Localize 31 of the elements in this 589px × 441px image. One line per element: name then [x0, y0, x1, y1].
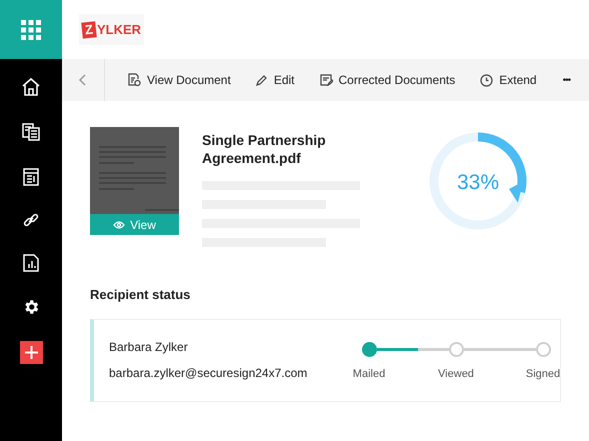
- clock-icon: [480, 74, 494, 86]
- step-label: Viewed: [437, 367, 475, 382]
- logo-text: YLKER: [96, 20, 142, 39]
- toolbar-button[interactable]: Edit: [256, 71, 295, 89]
- report-icon[interactable]: [21, 253, 41, 273]
- toolbar-button[interactable]: View Document: [128, 71, 231, 89]
- progress-track: [464, 348, 536, 351]
- pencil-icon: [256, 74, 268, 86]
- toolbar-button[interactable]: Corrected Documents: [320, 71, 456, 89]
- home-icon[interactable]: [21, 77, 41, 97]
- app-grid-icon: [21, 20, 41, 40]
- section-title: Recipient status: [90, 286, 192, 304]
- plus-icon: [24, 346, 38, 359]
- document-edit-icon: [320, 74, 333, 86]
- template-icon[interactable]: [21, 167, 41, 187]
- link-icon[interactable]: [23, 212, 39, 228]
- toolbar-button[interactable]: Extend: [480, 71, 537, 89]
- recipient-email: barbara.zylker@securesign24x7.com: [109, 365, 308, 382]
- document-name: Single Partnership Agreement.pdf: [202, 131, 327, 167]
- recipient-name: Barbara Zylker: [109, 339, 189, 356]
- more-button[interactable]: •••: [562, 72, 570, 88]
- document-view-icon: [128, 73, 141, 87]
- app-grid-button[interactable]: [0, 0, 62, 59]
- logo-mark: Z: [81, 20, 97, 38]
- step-label: Mailed: [352, 367, 386, 382]
- add-button[interactable]: [20, 341, 42, 364]
- back-icon: [79, 74, 87, 86]
- progress-percent: 33%: [456, 170, 500, 196]
- documents-icon[interactable]: [21, 122, 41, 142]
- step-label: Signed: [524, 367, 562, 382]
- eye-icon: [113, 220, 126, 228]
